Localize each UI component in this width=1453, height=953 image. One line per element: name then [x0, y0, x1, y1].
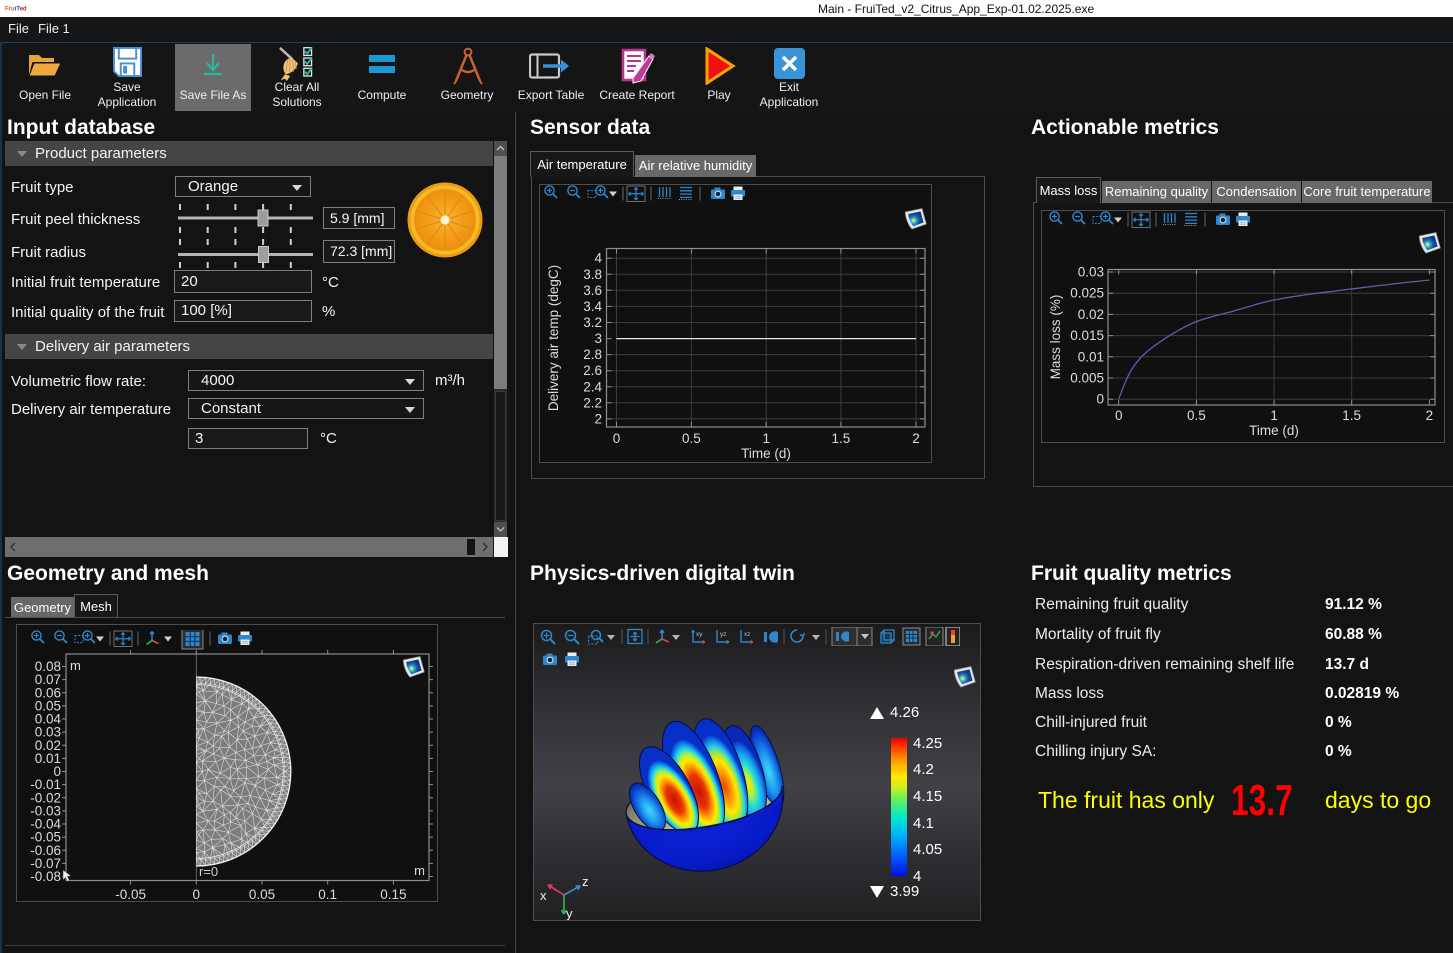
svg-text:0.15: 0.15: [380, 887, 406, 902]
svg-text:0.5: 0.5: [1187, 408, 1206, 423]
svg-text:2: 2: [912, 431, 920, 446]
svg-text:0.5: 0.5: [682, 431, 701, 446]
svg-text:-0.08: -0.08: [30, 869, 61, 884]
svg-text:2.6: 2.6: [583, 363, 602, 378]
svg-text:2: 2: [594, 411, 602, 426]
svg-text:3.2: 3.2: [583, 315, 602, 330]
svg-text:1.5: 1.5: [1342, 408, 1361, 423]
svg-text:3.6: 3.6: [583, 283, 602, 298]
svg-text:2.8: 2.8: [583, 347, 602, 362]
svg-text:0.02: 0.02: [1078, 307, 1104, 322]
svg-text:0.025: 0.025: [1070, 286, 1104, 301]
svg-text:FruiTed: FruiTed: [5, 7, 27, 13]
svg-text:2.4: 2.4: [583, 379, 602, 394]
svg-text:2: 2: [1426, 408, 1434, 423]
svg-text:0.1: 0.1: [318, 887, 337, 902]
svg-text:0.03: 0.03: [1078, 265, 1104, 280]
svg-text:yz: yz: [720, 631, 727, 638]
svg-text:m: m: [414, 863, 425, 878]
svg-text:z: z: [582, 874, 589, 889]
svg-text:0.005: 0.005: [1070, 371, 1104, 386]
svg-text:Time (d): Time (d): [1249, 423, 1299, 438]
svg-text:0.015: 0.015: [1070, 328, 1104, 343]
svg-text:0: 0: [193, 887, 201, 902]
svg-text:0: 0: [1115, 408, 1123, 423]
svg-text:0.01: 0.01: [1078, 349, 1104, 364]
svg-text:r=0: r=0: [199, 864, 218, 879]
svg-text:0: 0: [1096, 392, 1104, 407]
svg-text:Time (d): Time (d): [741, 446, 791, 461]
svg-text:1: 1: [1270, 408, 1278, 423]
svg-text:2.2: 2.2: [583, 395, 602, 410]
svg-text:0: 0: [613, 431, 621, 446]
svg-text:Delivery air temp (degC): Delivery air temp (degC): [546, 265, 561, 411]
svg-text:3.8: 3.8: [583, 267, 602, 282]
svg-text:xy: xy: [696, 631, 703, 638]
svg-text:Mass loss (%): Mass loss (%): [1048, 295, 1063, 380]
svg-text:4: 4: [594, 251, 602, 266]
svg-text:1.5: 1.5: [832, 431, 851, 446]
svg-text:xz: xz: [744, 631, 751, 638]
svg-text:3: 3: [594, 331, 602, 346]
svg-text:1: 1: [762, 431, 770, 446]
svg-text:3.4: 3.4: [583, 299, 602, 314]
svg-text:-0.05: -0.05: [115, 887, 146, 902]
svg-text:0.05: 0.05: [249, 887, 275, 902]
svg-text:m: m: [70, 658, 81, 673]
svg-text:x: x: [540, 888, 547, 903]
svg-text:y: y: [566, 906, 573, 920]
